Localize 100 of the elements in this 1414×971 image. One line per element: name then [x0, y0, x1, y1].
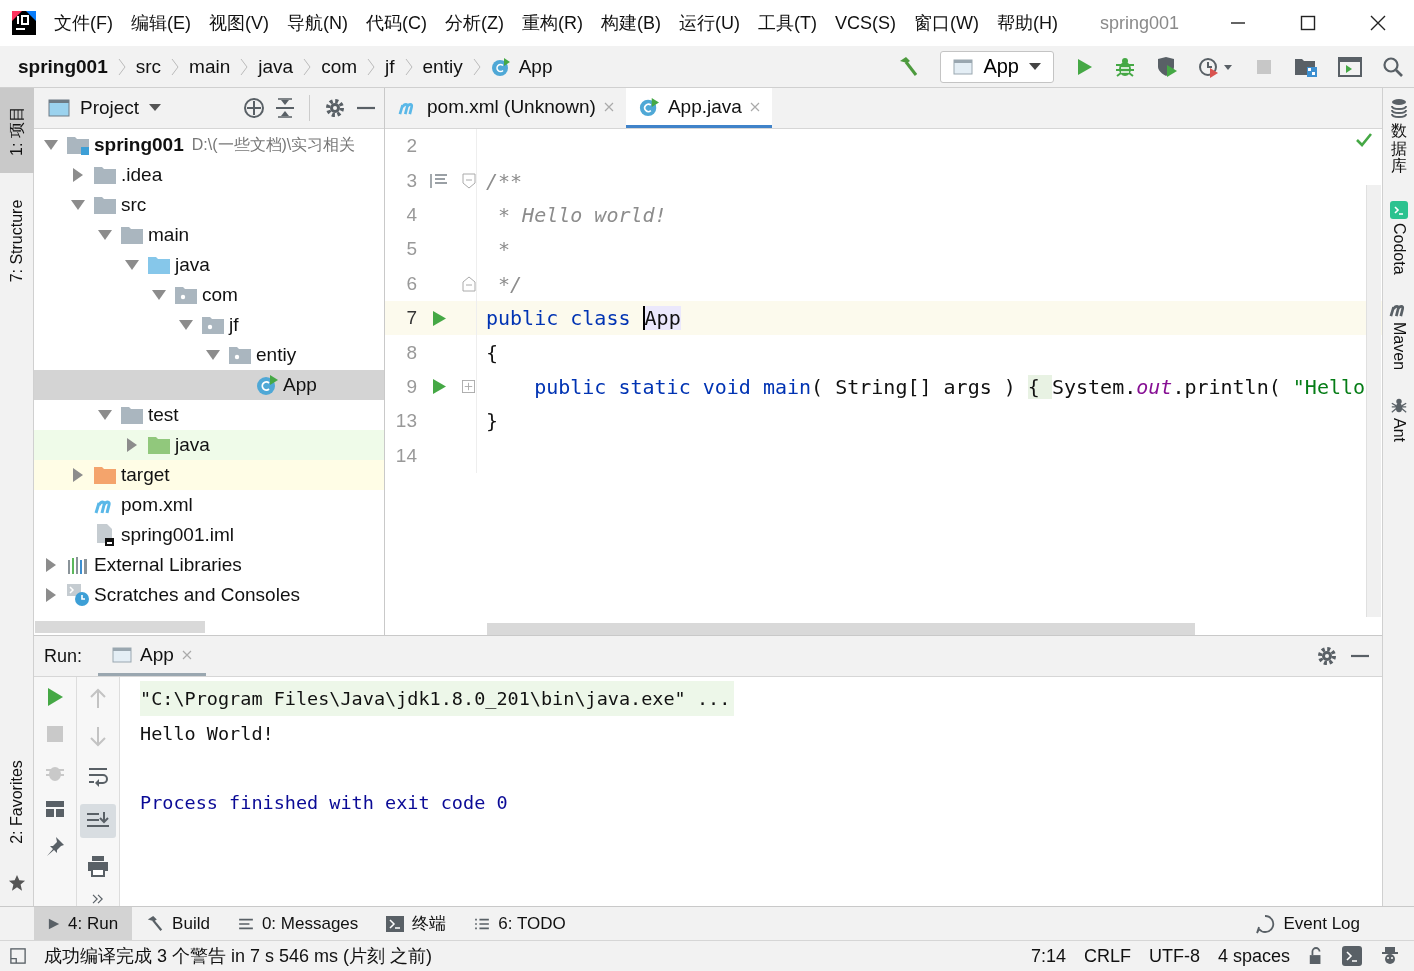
tool-window-button[interactable]: 4: Run [34, 907, 133, 940]
tree-row[interactable]: test [34, 400, 384, 430]
breadcrumb[interactable]: com [321, 55, 358, 78]
fold-icon[interactable] [461, 172, 476, 189]
scrollbar-thumb[interactable] [35, 621, 205, 633]
caret-icon[interactable] [149, 104, 162, 112]
soft-wrap-icon[interactable] [87, 765, 109, 787]
status-item[interactable]: CRLF [1083, 945, 1131, 967]
tool-window-tab[interactable]: Ant [1389, 418, 1408, 443]
settings-icon[interactable] [324, 97, 346, 119]
status-item[interactable]: 7:14 [1030, 945, 1066, 967]
menu-item[interactable]: 分析(Z) [445, 11, 504, 35]
print-icon[interactable] [87, 855, 109, 877]
disclosure-icon[interactable] [44, 558, 58, 572]
more-icon[interactable] [92, 894, 104, 904]
panel-toggle-icon[interactable] [10, 948, 26, 964]
editor-tab[interactable]: pom.xml (Unknown) [385, 88, 626, 128]
tool-window-button[interactable]: 6: TODO [460, 907, 580, 940]
disclosure-icon[interactable] [152, 288, 166, 302]
run-tab[interactable]: App [98, 636, 206, 676]
tree-row[interactable]: main [34, 220, 384, 250]
fold-icon[interactable] [461, 275, 476, 292]
run-gutter-icon[interactable] [432, 310, 446, 326]
menu-item[interactable]: 视图(V) [209, 11, 269, 35]
disclosure-icon[interactable] [179, 318, 193, 332]
menu-item[interactable]: VCS(S) [834, 12, 896, 34]
status-item[interactable]: UTF-8 [1148, 945, 1200, 967]
tree-row[interactable]: .idea [34, 160, 384, 190]
tree-row[interactable]: External Libraries [34, 550, 384, 580]
tree-row[interactable]: entiy [34, 340, 384, 370]
menu-item[interactable]: 文件(F) [54, 11, 113, 35]
close-icon[interactable] [1370, 15, 1386, 31]
tree-row[interactable]: jf [34, 310, 384, 340]
tree-row[interactable]: Scratches and Consoles [34, 580, 384, 610]
tool-window-tab[interactable]: 数据库 [1390, 122, 1407, 175]
tree-row[interactable]: java [34, 430, 384, 460]
disclosure-icon[interactable] [71, 198, 85, 212]
breadcrumb[interactable]: App [518, 55, 553, 78]
crosshair-icon[interactable] [243, 97, 265, 119]
breadcrumb[interactable]: spring001 [18, 55, 108, 78]
disclosure-icon[interactable] [206, 348, 220, 362]
ant-icon[interactable] [1389, 396, 1408, 415]
breadcrumb[interactable]: main [189, 55, 231, 78]
terminal-window-icon[interactable] [1338, 56, 1362, 77]
editor-tab[interactable]: App.java [625, 88, 772, 128]
tree-row[interactable]: target [34, 460, 384, 490]
bug-icon[interactable] [1114, 55, 1136, 78]
tool-window-tab[interactable]: Codota [1389, 222, 1408, 275]
tool-window-button[interactable]: 终端 [372, 907, 461, 940]
tool-window-tab[interactable]: 1: 项目 [0, 88, 34, 173]
tool-window-tab[interactable]: 7: Structure [0, 173, 34, 309]
disclosure-icon[interactable] [98, 408, 112, 422]
shield-run-icon[interactable] [1156, 55, 1178, 78]
breadcrumb[interactable]: jf [385, 55, 395, 78]
menu-item[interactable]: 构建(B) [600, 11, 661, 35]
scrollbar-thumb[interactable] [487, 623, 1195, 635]
menu-item[interactable]: 编辑(E) [131, 11, 191, 35]
run-icon[interactable] [45, 687, 65, 707]
disclosure-icon[interactable] [44, 138, 58, 152]
codota-icon[interactable] [1389, 200, 1408, 219]
menu-item[interactable]: 运行(U) [678, 11, 740, 35]
tree-row[interactable]: App [34, 370, 384, 400]
settings-icon[interactable] [1316, 645, 1338, 667]
menu-item[interactable]: 工具(T) [757, 11, 817, 35]
expand-fold-icon[interactable] [462, 380, 475, 394]
collapse-all-icon[interactable] [275, 97, 295, 119]
disclosure-icon[interactable] [71, 168, 85, 182]
scrollbar-thumb[interactable] [1366, 185, 1381, 617]
doc-lines-icon[interactable] [429, 171, 449, 190]
status-item[interactable]: 4 spaces [1217, 945, 1290, 967]
tool-window-button[interactable]: 0: Messages [223, 907, 373, 940]
tool-window-tab[interactable]: Maven [1389, 322, 1408, 371]
menu-item[interactable]: 帮助(H) [996, 11, 1058, 35]
menu-item[interactable]: 窗口(W) [913, 11, 979, 35]
search-icon[interactable] [1382, 55, 1404, 78]
tool-window-button[interactable]: Build [132, 907, 224, 940]
pin-icon[interactable] [44, 835, 66, 857]
breadcrumb[interactable]: entiy [422, 55, 463, 78]
tree-row[interactable]: src [34, 190, 384, 220]
tool-window-button[interactable]: Event Log [1241, 907, 1374, 940]
tool-window-tab[interactable]: 2: Favorites [0, 734, 34, 870]
maximize-icon[interactable] [1300, 15, 1316, 31]
terminal-icon[interactable] [1342, 946, 1362, 966]
tree-row[interactable]: pom.xml [34, 490, 384, 520]
disclosure-icon[interactable] [44, 588, 58, 602]
menu-item[interactable]: 导航(N) [287, 11, 348, 35]
disclosure-icon[interactable] [98, 228, 112, 242]
disclosure-icon[interactable] [125, 258, 139, 272]
menu-item[interactable]: 代码(C) [366, 11, 427, 35]
disclosure-icon[interactable] [71, 468, 85, 482]
tree-row[interactable]: spring001.iml [34, 520, 384, 550]
inspector-icon[interactable] [1380, 946, 1400, 966]
menu-item[interactable]: 重构(R) [521, 11, 583, 35]
profiler-icon[interactable] [1198, 55, 1234, 78]
layout-icon[interactable] [45, 800, 65, 818]
tree-row[interactable]: com [34, 280, 384, 310]
panel-title[interactable]: Project [80, 97, 140, 119]
tree-row[interactable]: spring001 D:\(一些文档)\实习相关 [34, 130, 384, 160]
breadcrumb[interactable]: java [258, 55, 294, 78]
breadcrumb[interactable]: src [135, 55, 162, 78]
